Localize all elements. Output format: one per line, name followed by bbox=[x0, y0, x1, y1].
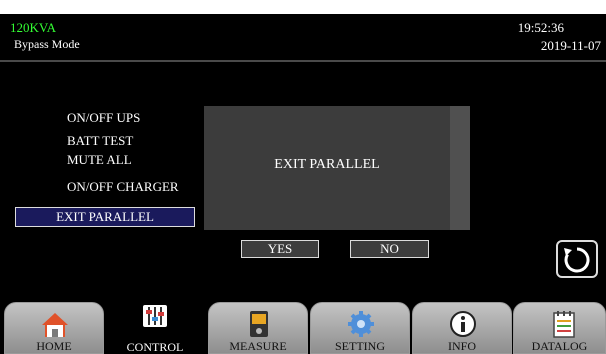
status-header: 120KVA Bypass Mode 19:52:36 2019-11-07 bbox=[0, 14, 606, 62]
tab-control[interactable]: CONTROL bbox=[105, 296, 205, 354]
notepad-icon bbox=[553, 311, 575, 338]
no-button[interactable]: NO bbox=[350, 240, 429, 258]
clock-date: 2019-11-07 bbox=[540, 38, 601, 53]
sliders-icon bbox=[143, 305, 167, 327]
back-button[interactable] bbox=[556, 240, 598, 278]
menu-item-onoff-charger[interactable]: ON/OFF CHARGER bbox=[67, 179, 179, 194]
menu-item-exit-parallel[interactable]: EXIT PARALLEL bbox=[15, 207, 195, 227]
bottom-tab-bar: HOME CONTROL MEASURE SETTING INFO DATALO… bbox=[0, 296, 606, 354]
model-label: 120KVA bbox=[10, 20, 56, 35]
ups-control-screen: 120KVA Bypass Mode 19:52:36 2019-11-07 O… bbox=[0, 0, 606, 354]
tab-control-label: CONTROL bbox=[126, 340, 184, 354]
yes-button[interactable]: YES bbox=[241, 240, 319, 258]
tab-setting[interactable]: SETTING bbox=[310, 302, 410, 354]
dialog-shade bbox=[450, 106, 470, 230]
dialog-message: EXIT PARALLEL bbox=[274, 157, 380, 172]
confirm-dialog: EXIT PARALLEL bbox=[204, 106, 470, 230]
info-icon bbox=[450, 311, 476, 337]
tab-home[interactable]: HOME bbox=[4, 302, 104, 354]
refresh-back-icon bbox=[564, 247, 590, 273]
meter-icon bbox=[250, 311, 268, 337]
tab-measure[interactable]: MEASURE bbox=[208, 302, 308, 354]
tab-home-label: HOME bbox=[36, 339, 72, 353]
top-margin bbox=[0, 0, 606, 14]
tab-measure-label: MEASURE bbox=[229, 339, 287, 353]
gear-icon bbox=[348, 311, 374, 337]
tab-info-label: INFO bbox=[447, 339, 476, 353]
menu-item-batt-test[interactable]: BATT TEST bbox=[67, 133, 133, 148]
tab-datalog-label: DATALOG bbox=[531, 339, 588, 353]
tab-info[interactable]: INFO bbox=[412, 302, 512, 354]
menu-item-onoff-ups[interactable]: ON/OFF UPS bbox=[67, 110, 140, 125]
mode-label: Bypass Mode bbox=[14, 37, 80, 51]
tab-setting-label: SETTING bbox=[335, 339, 385, 353]
home-icon bbox=[42, 313, 68, 337]
clock-time: 19:52:36 bbox=[517, 20, 564, 35]
menu-item-mute-all[interactable]: MUTE ALL bbox=[67, 152, 132, 167]
tab-datalog[interactable]: DATALOG bbox=[513, 302, 606, 354]
